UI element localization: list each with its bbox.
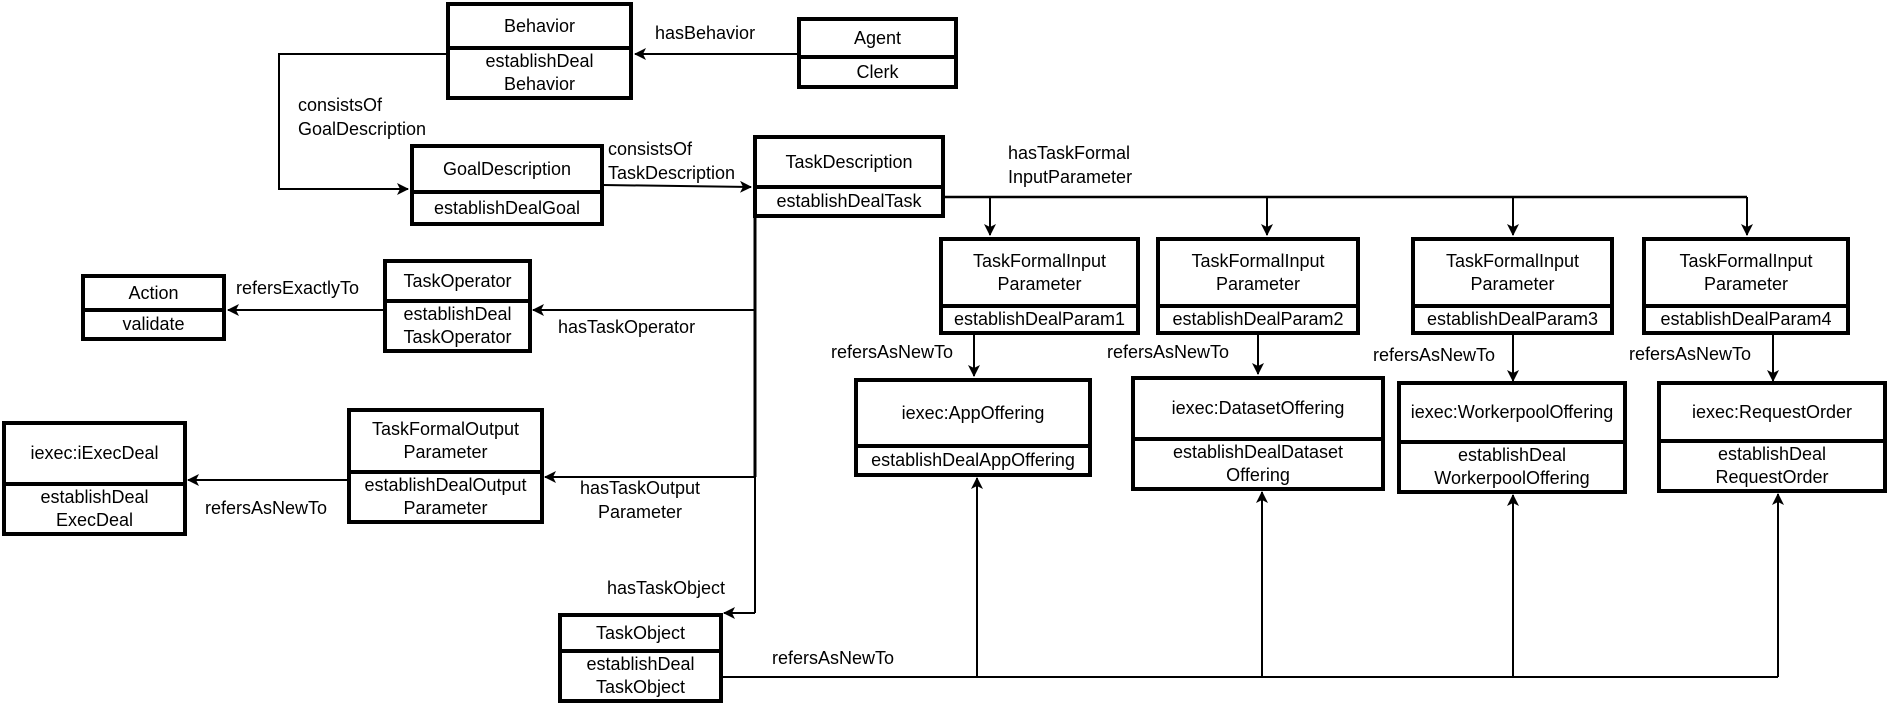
node-workerpool-offering[interactable]: iexec:WorkerpoolOffering establishDeal W…	[1397, 381, 1627, 494]
node-goal-description[interactable]: GoalDescription establishDealGoal	[410, 144, 604, 226]
node-instance-label: establishDeal ExecDeal	[40, 487, 149, 530]
edge-label-refers-as-new-to-param4: refersAsNewTo	[1629, 344, 1752, 364]
edge-label-refers-as-new-to-param1: refersAsNewTo	[831, 342, 954, 362]
node-class-label: TaskFormalInput Parameter	[1415, 241, 1610, 308]
edge-label-refers-as-new-to-param3: refersAsNewTo	[1373, 345, 1496, 365]
node-instance-label: Clerk	[856, 61, 899, 82]
node-class-label: TaskDescription	[757, 139, 941, 189]
node-input-param-1[interactable]: TaskFormalInput Parameter establishDealP…	[939, 237, 1140, 335]
node-class-label: TaskOperator	[387, 263, 528, 303]
node-class-label: iexec:iExecDeal	[6, 425, 183, 486]
node-instance-label: establishDeal WorkerpoolOffering	[1434, 445, 1590, 488]
node-class-label: GoalDescription	[414, 148, 600, 194]
edge-consists-of-task	[602, 180, 752, 193]
node-instance-label: establishDeal RequestOrder	[1715, 444, 1829, 487]
edge-label-has-task-object: hasTaskObject	[607, 578, 726, 598]
edge-label-consists-of-task: consistsOf TaskDescription	[608, 139, 736, 183]
node-class-label: Agent	[801, 21, 954, 59]
node-action[interactable]: Action validate	[81, 274, 226, 341]
node-class-label: Action	[85, 278, 222, 312]
node-instance-label: establishDealOutput Parameter	[364, 475, 527, 518]
node-class-label: iexec:WorkerpoolOffering	[1401, 385, 1623, 444]
node-iexec-deal[interactable]: iexec:iExecDeal establishDeal ExecDeal	[2, 421, 187, 536]
node-input-param-3[interactable]: TaskFormalInput Parameter establishDealP…	[1411, 237, 1614, 335]
node-instance-label: establishDeal Behavior	[485, 51, 594, 94]
node-instance-label: establishDealParam4	[1660, 309, 1832, 329]
node-class-label: TaskFormalInput Parameter	[1646, 241, 1846, 308]
node-task-operator[interactable]: TaskOperator establishDeal TaskOperator	[383, 259, 532, 353]
edge-label-has-task-output: hasTaskOutput Parameter	[579, 478, 701, 522]
node-agent[interactable]: Agent Clerk	[797, 17, 958, 89]
edge-label-has-task-operator: hasTaskOperator	[558, 317, 696, 337]
node-class-label: iexec:AppOffering	[858, 382, 1088, 448]
node-class-label: TaskFormalInput Parameter	[1160, 241, 1356, 308]
node-instance-label: establishDeal TaskObject	[586, 654, 695, 697]
node-instance-label: establishDealDataset Offering	[1172, 442, 1344, 485]
node-class-label: iexec:RequestOrder	[1661, 385, 1883, 443]
ontology-diagram: Behavior establishDeal Behavior Agent Cl…	[0, 0, 1888, 703]
node-class-label: TaskObject	[562, 617, 719, 653]
node-app-offering[interactable]: iexec:AppOffering establishDealAppOfferi…	[854, 378, 1092, 477]
node-dataset-offering[interactable]: iexec:DatasetOffering establishDealDatas…	[1131, 376, 1385, 491]
node-class-label: TaskFormalOutput Parameter	[351, 412, 540, 474]
edge-label-has-task-formal-input: hasTaskFormal InputParameter	[1008, 143, 1133, 187]
node-task-formal-output[interactable]: TaskFormalOutput Parameter establishDeal…	[347, 408, 544, 524]
node-behavior[interactable]: Behavior establishDeal Behavior	[446, 2, 633, 100]
node-instance-label: validate	[122, 314, 185, 334]
node-task-object[interactable]: TaskObject establishDeal TaskObject	[558, 613, 723, 703]
node-instance-label: establishDealParam2	[1172, 309, 1344, 329]
node-instance-label: establishDealParam3	[1426, 309, 1599, 329]
edge-label-refers-as-new-to-taskobject: refersAsNewTo	[772, 648, 895, 668]
node-instance-label: establishDealParam1	[953, 309, 1126, 329]
edge-label-refers-exactly-to: refersExactlyTo	[236, 278, 360, 298]
edge-label-has-behavior: hasBehavior	[655, 23, 756, 43]
node-instance-label: establishDealGoal	[433, 197, 581, 218]
node-class-label: TaskFormalInput Parameter	[943, 241, 1136, 308]
node-instance-label: establishDealAppOffering	[871, 450, 1075, 470]
node-instance-label: establishDealTask	[776, 191, 922, 211]
node-task-description[interactable]: TaskDescription establishDealTask	[753, 135, 945, 218]
node-request-order[interactable]: iexec:RequestOrder establishDeal Request…	[1657, 381, 1887, 493]
node-input-param-4[interactable]: TaskFormalInput Parameter establishDealP…	[1642, 237, 1850, 335]
node-instance-label: establishDeal TaskOperator	[403, 304, 512, 347]
edge-label-refers-as-new-to-execdeal: refersAsNewTo	[205, 498, 328, 518]
edge-label-refers-as-new-to-param2: refersAsNewTo	[1107, 342, 1230, 362]
edge-label-consists-of-goal: consistsOf GoalDescription	[298, 95, 427, 139]
node-class-label: Behavior	[450, 6, 629, 50]
node-input-param-2[interactable]: TaskFormalInput Parameter establishDealP…	[1156, 237, 1360, 335]
node-class-label: iexec:DatasetOffering	[1135, 380, 1381, 441]
